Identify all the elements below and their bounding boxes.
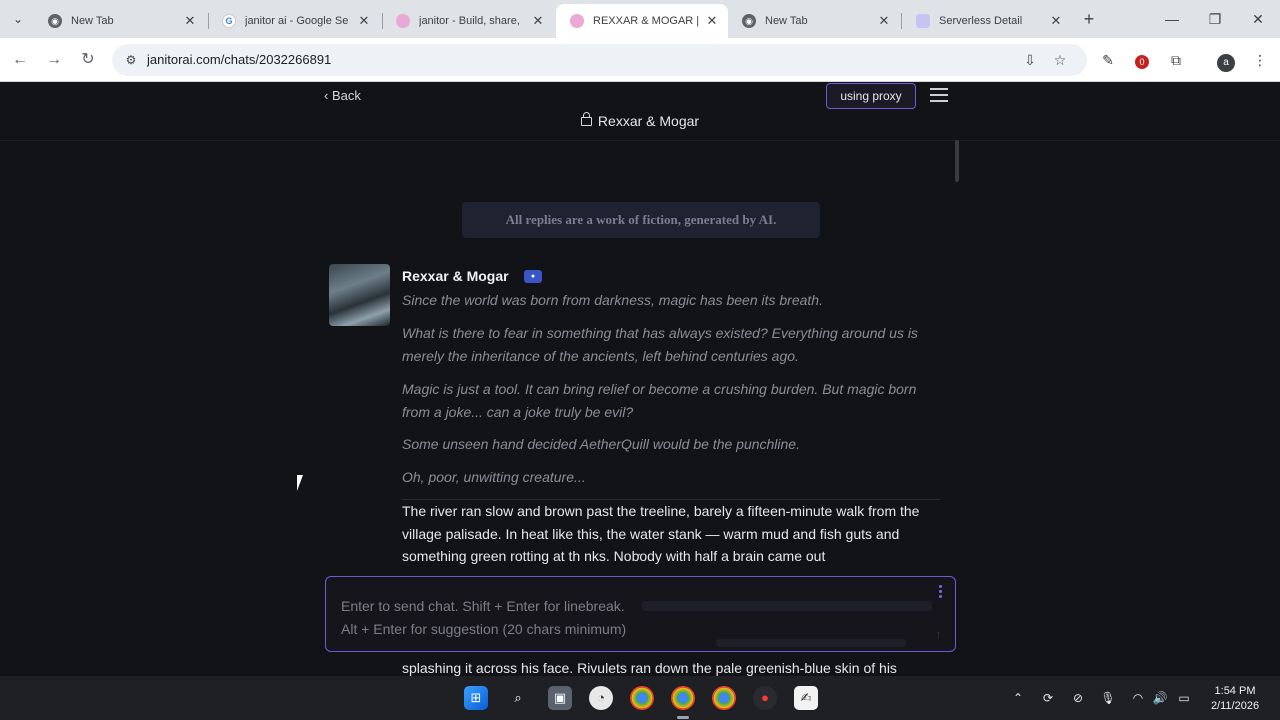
microphone-icon[interactable]: 🎙 — [1098, 688, 1118, 708]
tab-title: janitor - Build, share, — [419, 15, 520, 27]
janitor-icon — [570, 14, 584, 28]
mouse-cursor-icon — [297, 475, 309, 491]
chrome-profile-taskbar-icon[interactable] — [712, 686, 736, 710]
tab-title: Serverless Detail — [939, 15, 1023, 27]
recording-app-icon[interactable]: ● — [753, 686, 777, 710]
message-italic-line: Some unseen hand decided AetherQuill wou… — [402, 436, 800, 452]
close-icon[interactable]: ✕ — [876, 13, 892, 29]
site-settings-icon[interactable]: ⚙ — [122, 51, 140, 69]
google-icon: G — [222, 14, 236, 28]
chevron-down-icon[interactable]: ⌄ — [634, 548, 642, 559]
bookmark-star-icon[interactable]: ☆ — [1050, 51, 1070, 69]
send-arrow-icon[interactable]: ↑ — [936, 629, 942, 641]
chrome-icon: ◉ — [48, 14, 62, 28]
profile-avatar[interactable]: a — [1214, 48, 1238, 72]
using-proxy-button[interactable]: using proxy — [826, 83, 916, 109]
blurred-text — [716, 639, 906, 647]
header-divider — [0, 140, 1280, 141]
extension-red-icon[interactable]: 0 — [1130, 48, 1154, 72]
clock-date: 2/11/2026 — [1210, 700, 1260, 712]
tab-search-chevron-icon[interactable]: ⌄ — [6, 8, 30, 30]
clock-time: 1:54 PM — [1214, 685, 1256, 697]
message-italic-line: What is there to fear in something that … — [402, 325, 918, 364]
message-sender[interactable]: Rexxar & Mogar — [402, 268, 509, 284]
chrome-active-taskbar-icon[interactable] — [671, 686, 695, 710]
extension-pen-icon[interactable]: ✎ — [1096, 48, 1120, 72]
system-clock[interactable]: 1:54 PM 2/11/2026 — [1206, 684, 1264, 714]
tab-title: janitor ai - Google Se — [245, 15, 349, 27]
close-window-icon[interactable]: ✕ — [1244, 6, 1272, 32]
close-icon[interactable]: ✕ — [530, 13, 546, 29]
chat-input[interactable]: Enter to send chat. Shift + Enter for li… — [325, 576, 956, 652]
address-bar[interactable]: ⚙ janitorai.com/chats/2032266891 ⇩ ☆ — [112, 44, 1087, 76]
forward-arrow-icon[interactable]: → — [42, 48, 66, 72]
browser-tab-strip: ⌄ ◉ New Tab ✕ G janitor ai - Google Se ✕… — [0, 0, 1280, 38]
tab-new-tab-1[interactable]: ◉ New Tab ✕ — [34, 4, 206, 38]
extensions-puzzle-icon[interactable]: ⧉ — [1164, 48, 1188, 72]
blurred-text — [642, 601, 932, 611]
janitor-icon — [396, 14, 410, 28]
active-indicator — [677, 716, 689, 719]
message-body-tail: splashing it across his face. Rivulets r… — [402, 660, 897, 676]
character-avatar[interactable] — [329, 264, 390, 326]
restore-icon[interactable]: ❐ — [1201, 6, 1229, 32]
chat-page: ‹ Back using proxy Rexxar & Mogar All re… — [0, 82, 1280, 676]
minimize-icon[interactable]: — — [1158, 6, 1186, 32]
close-icon[interactable]: ✕ — [704, 13, 720, 29]
clock-app-icon[interactable]: ◔ — [589, 686, 613, 710]
sync-icon[interactable]: ⟳ — [1038, 688, 1058, 708]
message-body: The river ran slow and brown past the tr… — [402, 503, 920, 564]
lock-icon — [580, 112, 592, 126]
chevron-left-icon: ‹ — [324, 88, 332, 103]
tab-new-tab-2[interactable]: ◉ New Tab ✕ — [728, 4, 900, 38]
tray-expand-icon[interactable]: ⌃ — [1008, 688, 1028, 708]
install-app-icon[interactable]: ⇩ — [1020, 51, 1040, 69]
back-button[interactable]: ‹ Back — [324, 88, 361, 103]
bot-badge-icon: ● — [524, 270, 542, 283]
new-tab-button[interactable]: + — [1078, 8, 1100, 30]
volume-icon[interactable]: 🔊 — [1150, 688, 1170, 708]
chrome-icon: ◉ — [742, 14, 756, 28]
tab-title: REXXAR & MOGAR | — [593, 15, 700, 27]
tab-janitor-build[interactable]: janitor - Build, share, ✕ — [382, 4, 554, 38]
signature-app-icon[interactable]: ✍ — [794, 686, 818, 710]
task-view-icon[interactable]: ▣ — [548, 686, 572, 710]
placeholder-line: Alt + Enter for suggestion (20 chars min… — [341, 620, 627, 637]
battery-icon[interactable]: ▭ — [1174, 688, 1194, 708]
tab-google-search[interactable]: G janitor ai - Google Se ✕ — [208, 4, 380, 38]
chat-title-text: Rexxar & Mogar — [597, 113, 700, 129]
hamburger-menu-icon[interactable] — [930, 88, 948, 102]
close-icon[interactable]: ✕ — [182, 13, 198, 29]
no-location-icon[interactable]: ⊘ — [1068, 688, 1088, 708]
tab-title: New Tab — [71, 15, 114, 27]
scrollbar-thumb[interactable] — [955, 140, 959, 182]
chrome-menu-icon[interactable]: ⋮ — [1248, 48, 1272, 72]
kebab-menu-icon[interactable] — [939, 585, 943, 600]
reload-icon[interactable]: ↻ — [76, 48, 100, 72]
tab-serverless-detail[interactable]: Serverless Detail ✕ — [902, 4, 1072, 38]
message-italic-line: Since the world was born from darkness, … — [402, 292, 823, 308]
ai-disclaimer: All replies are a work of fiction, gener… — [462, 202, 820, 238]
search-icon[interactable]: ⌕ — [506, 686, 530, 710]
browser-toolbar: ← → ↻ ⚙ janitorai.com/chats/2032266891 ⇩… — [0, 38, 1280, 82]
url-text[interactable]: janitorai.com/chats/2032266891 — [147, 52, 331, 67]
tab-rexxar-mogar[interactable]: REXXAR & MOGAR | ✕ — [556, 4, 728, 38]
windows-taskbar: ⊞ ⌕ ▣ ◔ ● ✍ ⌃ ⟳ ⊘ 🎙 ◠ 🔊 ▭ 1:54 PM 2/11/2… — [0, 676, 1280, 720]
message-italic-line: Magic is just a tool. It can bring relie… — [402, 381, 917, 420]
chat-input-placeholder: Enter to send chat. Shift + Enter for li… — [341, 595, 626, 640]
back-arrow-icon[interactable]: ← — [8, 48, 32, 72]
message-italic-line: Oh, poor, unwitting creature... — [402, 469, 586, 485]
placeholder-line: Enter to send chat. Shift + Enter for li… — [341, 598, 625, 614]
back-label: Back — [331, 88, 361, 103]
close-icon[interactable]: ✕ — [1048, 13, 1064, 29]
close-icon[interactable]: ✕ — [356, 13, 372, 29]
chat-title: Rexxar & Mogar — [0, 112, 1280, 129]
chrome-taskbar-icon[interactable] — [630, 686, 654, 710]
windows-start-icon[interactable]: ⊞ — [464, 686, 488, 710]
tab-title: New Tab — [765, 15, 808, 27]
wifi-icon[interactable]: ◠ — [1128, 688, 1148, 708]
serverless-icon — [916, 14, 930, 28]
